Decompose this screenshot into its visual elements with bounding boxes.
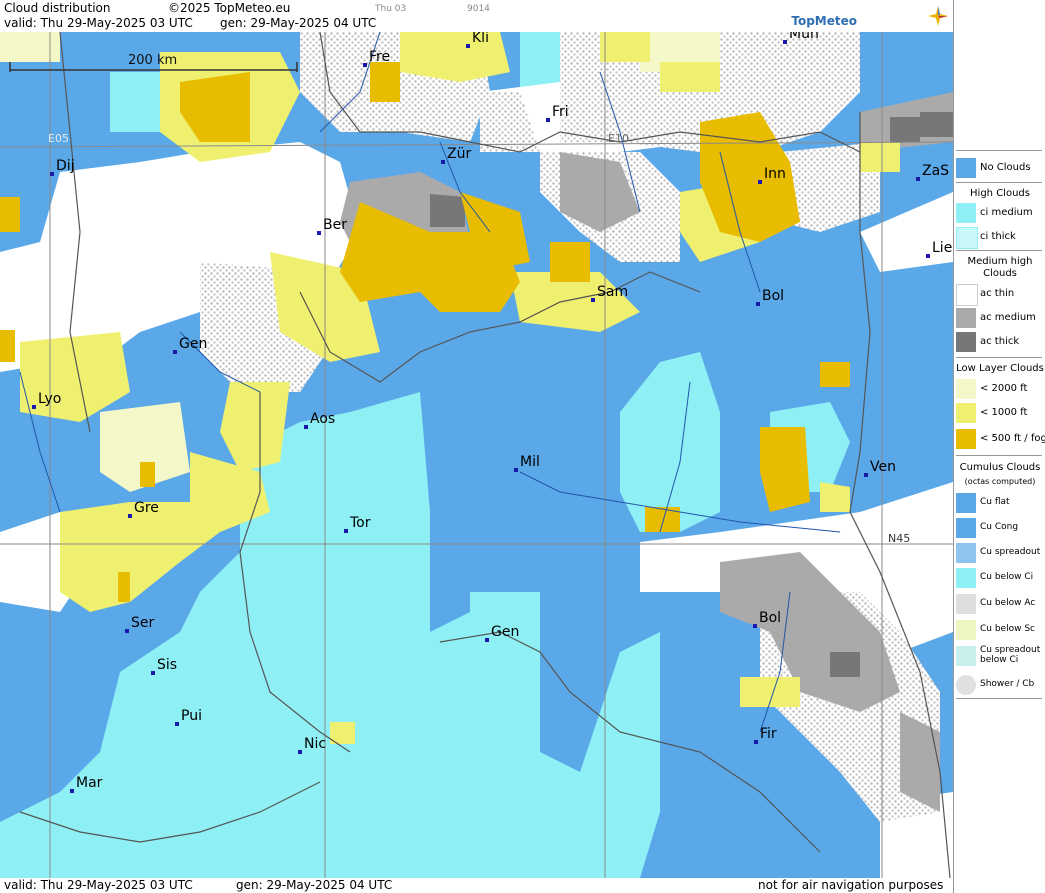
legend-ac-medium: ac medium [954, 307, 1045, 329]
city-marker [298, 750, 302, 754]
topmeteo-star-icon [928, 6, 948, 26]
city-marker [32, 405, 36, 409]
legend-cu-below-ac: Cu below Ac [954, 593, 1045, 615]
city-label: Mun [789, 32, 819, 42]
legend-low-1000: < 1000 ft [954, 402, 1045, 424]
legend-cu-subtitle: (octas computed) [964, 477, 1036, 486]
city-marker [317, 231, 321, 235]
topmeteo-logo: TopMeteo [791, 14, 857, 28]
city-gen: Gen [485, 624, 519, 642]
city-label: Sis [157, 657, 177, 673]
city-label: Ser [131, 615, 155, 631]
city-label: Gen [491, 624, 519, 640]
legend-shower: Shower / Cb [954, 674, 1045, 696]
legend-low-title: Low Layer Clouds [956, 363, 1044, 374]
legend-ac-thin: ac thin [954, 283, 1045, 306]
legend-cu-spreadout-below-ci: Cu spreadout below Ci [954, 645, 1045, 667]
city-marker [753, 624, 757, 628]
city-label: Fri [552, 104, 569, 120]
header: Cloud distribution ©2025 TopMeteo.eu Thu… [0, 0, 953, 32]
legend-medium-title: Medium high Clouds [967, 256, 1033, 279]
city-marker [175, 722, 179, 726]
legend-cu-flat: Cu flat [954, 492, 1045, 514]
city-label: Gen [179, 336, 207, 352]
city-marker [864, 473, 868, 477]
grid-label-e10: E10 [608, 132, 629, 145]
city-marker [916, 177, 920, 181]
city-label: Ber [323, 217, 347, 233]
city-marker [304, 425, 308, 429]
valid-time: valid: Thu 29-May-2025 03 UTC [4, 16, 193, 30]
legend-cu-spreadout: Cu spreadout [954, 542, 1045, 564]
city-marker [591, 298, 595, 302]
legend-ci-thick: ci thick [954, 226, 1045, 249]
city-marker [128, 514, 132, 518]
legend-ac-thick: ac thick [954, 331, 1045, 353]
city-label: Bol [759, 610, 781, 626]
legend-low-2000: < 2000 ft [954, 378, 1045, 400]
city-marker [173, 350, 177, 354]
city-label: Lyo [38, 391, 61, 407]
city-label: Dij [56, 158, 75, 174]
cloud-map[interactable]: 200 km E05 E10 N45 Kli Mun Fre Fri Dij Zür Inn… [0, 32, 953, 878]
footer-valid: valid: Thu 29-May-2025 03 UTC [4, 878, 193, 892]
city-label: Kli [472, 32, 489, 46]
city-label: ZaS [922, 163, 949, 179]
swatch-no-clouds [956, 158, 976, 178]
city-marker [70, 789, 74, 793]
city-label: Nic [304, 736, 326, 752]
city-label: Mil [520, 454, 540, 470]
city-marker [783, 40, 787, 44]
legend-no-clouds: No Clouds [954, 157, 1045, 179]
city-sam: Sam [591, 284, 628, 302]
city-label: Bol [762, 288, 784, 304]
city-label: Gre [134, 500, 159, 516]
city-marker [546, 118, 550, 122]
footer: valid: Thu 29-May-2025 03 UTC gen: 29-Ma… [0, 878, 953, 893]
copyright: ©2025 TopMeteo.eu [168, 1, 291, 15]
city-marker [926, 254, 930, 258]
legend-ci-medium: ci medium [954, 202, 1045, 224]
city-marker [756, 302, 760, 306]
legend-cu-below-ci: Cu below Ci [954, 567, 1045, 589]
city-label: Inn [764, 166, 786, 182]
small-time: Thu 03 [375, 4, 407, 14]
scale-label: 200 km [128, 53, 177, 68]
city-marker [514, 468, 518, 472]
map-title: Cloud distribution [4, 1, 111, 15]
city-gen: Gen [173, 336, 207, 354]
city-label: Fre [369, 49, 390, 65]
city-marker [344, 529, 348, 533]
city-label: Tor [349, 515, 371, 531]
footer-gen: gen: 29-May-2025 04 UTC [236, 878, 393, 892]
gen-time: gen: 29-May-2025 04 UTC [220, 16, 377, 30]
footer-disclaimer: not for air navigation purposes [758, 878, 944, 892]
grid-label-e05: E05 [48, 132, 69, 145]
city-label: Fir [760, 726, 777, 742]
city-label: Zür [447, 146, 471, 162]
city-label: Lie [932, 240, 952, 256]
legend-cu-cong: Cu Cong [954, 517, 1045, 539]
legend-cu-title: Cumulus Clouds [959, 462, 1041, 473]
city-label: Aos [310, 411, 335, 427]
small-code: 9014 [467, 4, 490, 14]
city-marker [363, 63, 367, 67]
city-label: Ven [870, 459, 896, 475]
city-marker [151, 671, 155, 675]
city-label: Mar [76, 775, 103, 791]
city-marker [758, 180, 762, 184]
city-marker [485, 638, 489, 642]
legend-low-500: < 500 ft / fog [954, 428, 1045, 450]
legend-cu-below-sc: Cu below Sc [954, 619, 1045, 641]
grid-label-n45: N45 [888, 532, 910, 545]
city-label: Sam [597, 284, 628, 300]
city-marker [125, 629, 129, 633]
legend-high-title: High Clouds [970, 188, 1030, 199]
city-marker [754, 740, 758, 744]
city-marker [50, 172, 54, 176]
city-marker [466, 44, 470, 48]
legend-panel: No Clouds High Clouds ci medium ci thick… [953, 0, 1045, 893]
city-marker [441, 160, 445, 164]
city-label: Pui [181, 708, 202, 724]
